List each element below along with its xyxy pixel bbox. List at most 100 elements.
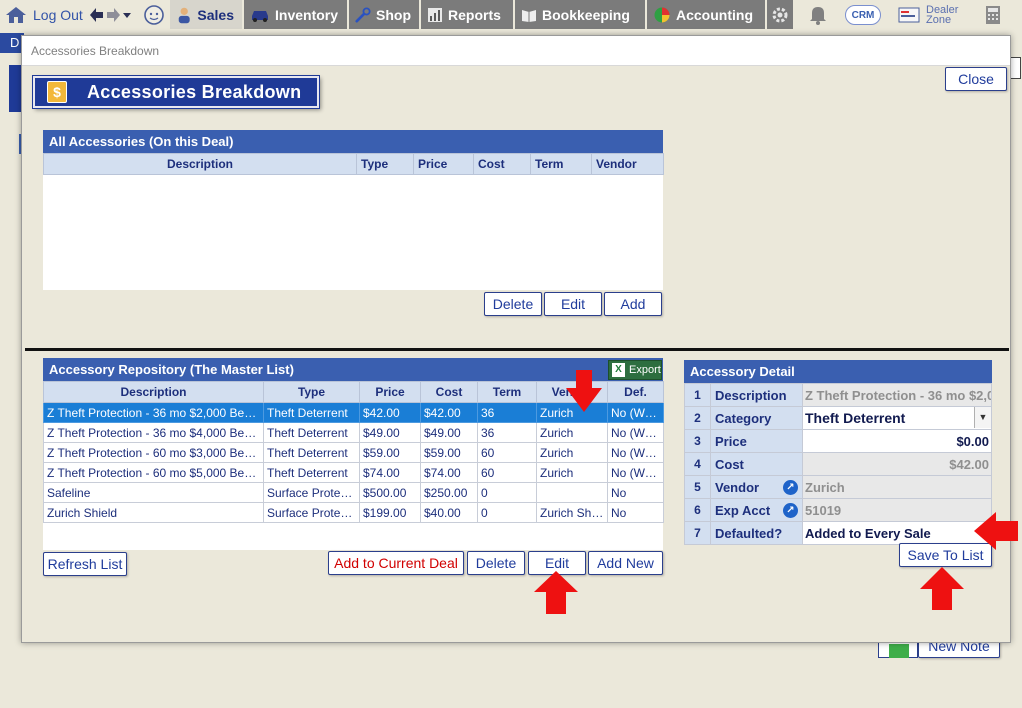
table-cell: No (Web) [607, 442, 664, 463]
vendor-lookup-icon[interactable]: ↗ [783, 480, 798, 495]
detail-row-exp-acct: 6 Exp Acct ↗ 51019 [684, 498, 992, 522]
column-header[interactable]: Price [413, 153, 474, 175]
deal-accessories-empty-body [43, 175, 663, 290]
detail-row-category: 2 Category Theft Deterrent ▼ [684, 406, 992, 430]
dealer-zone-button[interactable]: Dealer Zone [898, 0, 958, 29]
detail-row-price: 3 Price $0.00 [684, 429, 992, 453]
table-row[interactable]: Z Theft Protection - 60 mo $5,000 Benefi… [43, 462, 664, 483]
table-cell: Zurich [536, 422, 608, 443]
user-avatar[interactable] [143, 0, 165, 29]
table-cell: Z Theft Protection - 36 mo $2,000 Benefi… [43, 402, 264, 423]
bell-icon [810, 6, 826, 25]
deal-delete-button[interactable]: Delete [484, 292, 542, 316]
table-cell: 36 [477, 402, 537, 423]
column-header[interactable]: Price [359, 381, 421, 403]
price-field[interactable]: $0.00 [802, 429, 992, 453]
table-cell: Z Theft Protection - 60 mo $3,000 Benefi… [43, 442, 264, 463]
table-cell: $500.00 [359, 482, 421, 503]
repository-delete-button[interactable]: Delete [467, 551, 525, 575]
accessory-detail-header: Accessory Detail [684, 360, 992, 383]
add-to-current-deal-button[interactable]: Add to Current Deal [328, 551, 464, 575]
account-lookup-icon[interactable]: ↗ [783, 503, 798, 518]
detail-row-description: 1 Description Z Theft Protection - 36 mo… [684, 383, 992, 407]
section-divider [25, 348, 1009, 351]
table-cell: Surface Protection [263, 502, 360, 523]
tab-shop[interactable]: Shop [349, 0, 419, 29]
report-icon [428, 7, 442, 22]
save-to-list-button[interactable]: Save To List [899, 543, 992, 567]
repository-edit-button[interactable]: Edit [528, 551, 586, 575]
table-cell: $42.00 [359, 402, 421, 423]
defaulted-select[interactable]: Added to Every Sale [802, 521, 992, 545]
chevron-down-icon [123, 12, 131, 18]
column-header[interactable]: Type [356, 153, 414, 175]
home-icon [6, 6, 26, 23]
car-icon [252, 10, 268, 22]
column-header[interactable]: Cost [473, 153, 531, 175]
table-cell: Zurich [536, 462, 608, 483]
crm-button[interactable]: CRM [845, 0, 881, 29]
logout-link[interactable]: Log Out [4, 0, 83, 29]
tab-bookkeeping[interactable]: Bookkeeping [515, 0, 645, 29]
table-cell: No (Web) [607, 422, 664, 443]
repository-rows: Z Theft Protection - 36 mo $2,000 Benefi… [43, 402, 664, 523]
table-cell: $40.00 [420, 502, 478, 523]
table-cell: Theft Deterrent [263, 422, 360, 443]
history-nav[interactable] [90, 0, 132, 29]
wrench-icon [355, 6, 371, 23]
table-cell: No (Web) [607, 402, 664, 423]
notifications-button[interactable] [809, 0, 827, 29]
top-nav: Log Out Sales Inventory Shop Reports Boo… [0, 0, 1022, 29]
category-select[interactable]: Theft Deterrent ▼ [802, 406, 992, 430]
column-header[interactable]: Cost [420, 381, 478, 403]
table-row[interactable]: Safeline Surface Protection $500.00 $250.00… [43, 482, 664, 503]
column-header[interactable]: Description [43, 381, 264, 403]
tab-reports[interactable]: Reports [421, 0, 513, 29]
table-row[interactable]: Z Theft Protection - 36 mo $4,000 Benefi… [43, 422, 664, 443]
forward-arrow-icon [107, 7, 120, 22]
column-header[interactable]: Term [530, 153, 592, 175]
deal-add-button[interactable]: Add [604, 292, 662, 316]
table-row[interactable]: Z Theft Protection - 36 mo $2,000 Benefi… [43, 402, 664, 423]
cost-field: $42.00 [802, 452, 992, 476]
table-cell: 60 [477, 442, 537, 463]
column-header[interactable]: Description [43, 153, 357, 175]
add-new-button[interactable]: Add New [588, 551, 663, 575]
refresh-list-button[interactable]: Refresh List [43, 552, 127, 576]
deal-edit-button[interactable]: Edit [544, 292, 602, 316]
table-cell: No [607, 482, 664, 503]
table-cell: Theft Deterrent [263, 462, 360, 483]
deal-accessories-table: Description Type Price Cost Term Vendor [43, 153, 664, 175]
dialog-titlebar: Accessories Breakdown [22, 36, 1010, 66]
export-button[interactable]: X Export [608, 360, 662, 380]
description-field[interactable]: Z Theft Protection - 36 mo $2,0 [802, 383, 992, 407]
close-button[interactable]: Close [945, 67, 1007, 91]
note-icon [889, 644, 909, 658]
tab-sales[interactable]: Sales [170, 0, 242, 29]
dropdown-arrow-icon[interactable]: ▼ [974, 407, 991, 428]
table-header-row: Description Type Price Cost Term Vendor [43, 153, 664, 175]
repository-empty-space [43, 523, 663, 550]
detail-row-defaulted: 7 Defaulted? Added to Every Sale [684, 521, 992, 545]
column-header[interactable]: Term [477, 381, 537, 403]
calculator-button[interactable] [985, 0, 1001, 29]
column-header[interactable]: Type [263, 381, 360, 403]
table-cell: $74.00 [420, 462, 478, 483]
column-header[interactable]: Vendor [536, 381, 608, 403]
table-cell: Theft Deterrent [263, 442, 360, 463]
calculator-icon [986, 5, 1000, 24]
table-cell: $59.00 [420, 442, 478, 463]
table-cell: $49.00 [420, 422, 478, 443]
table-row[interactable]: Z Theft Protection - 60 mo $3,000 Benefi… [43, 442, 664, 463]
column-header[interactable]: Def. [607, 381, 664, 403]
tab-inventory[interactable]: Inventory [244, 0, 347, 29]
table-cell: Zurich [536, 402, 608, 423]
table-cell: No (Web) [607, 462, 664, 483]
dollar-icon: $ [47, 81, 67, 103]
table-cell: No [607, 502, 664, 523]
table-row[interactable]: Zurich Shield Surface Protection $199.00 $4… [43, 502, 664, 523]
tab-accounting[interactable]: Accounting [647, 0, 765, 29]
column-header[interactable]: Vendor [591, 153, 664, 175]
exp-acct-field: 51019 [802, 498, 992, 522]
settings-button[interactable] [767, 0, 793, 29]
